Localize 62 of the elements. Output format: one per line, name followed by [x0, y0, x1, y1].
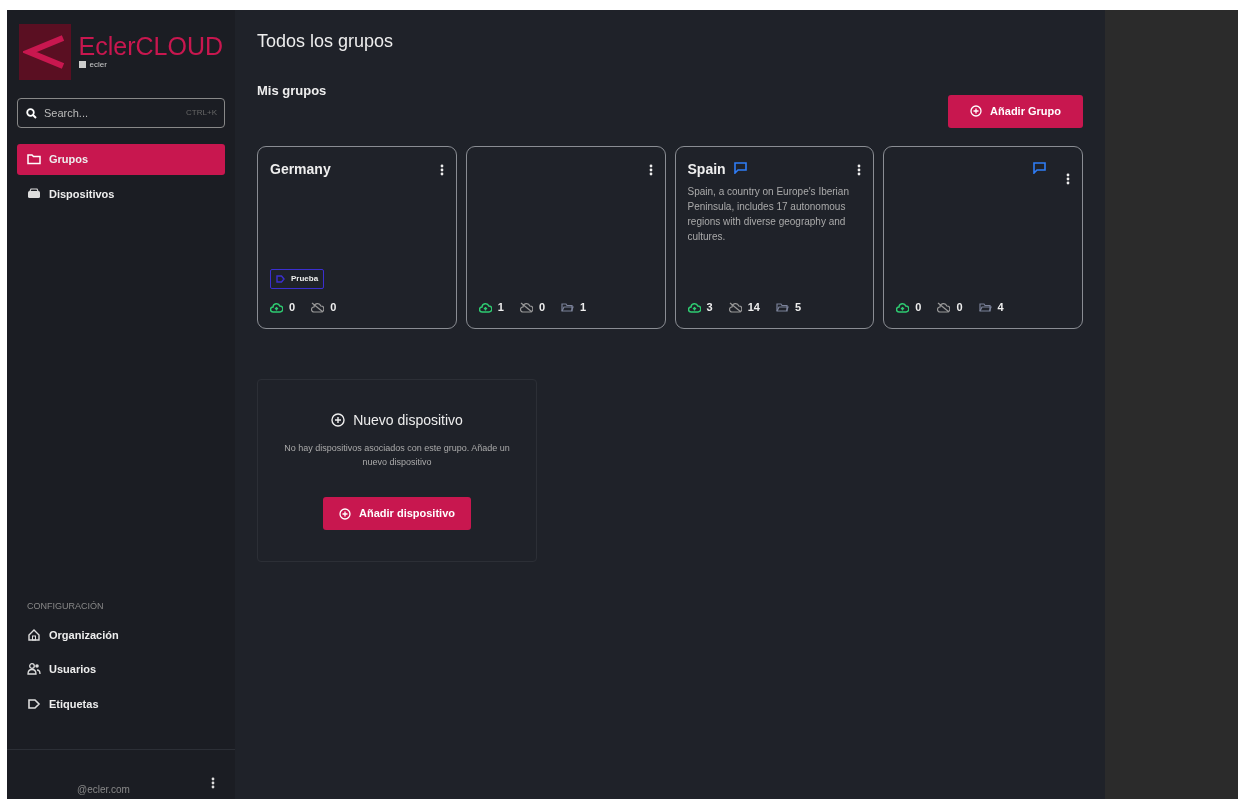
cloud-check-icon — [896, 301, 910, 313]
stat-online: 0 — [270, 299, 296, 316]
sidebar-item[interactable]: Grupos — [17, 144, 225, 175]
add-device-button[interactable]: Añadir dispositivo — [323, 497, 471, 530]
stat-offline: 0 — [311, 299, 337, 316]
plus-circle-icon — [970, 105, 983, 118]
stat-folders: 4 — [978, 299, 1004, 316]
users-icon — [27, 662, 41, 677]
brand-name: EclerCLOUD — [78, 33, 223, 59]
group-name: Spain — [687, 159, 726, 179]
tag-icon — [276, 275, 285, 283]
stat-folders: 5 — [775, 299, 801, 316]
folder-icon — [775, 301, 789, 313]
page-title: Todos los grupos — [257, 30, 395, 53]
more-menu-button[interactable] — [857, 163, 862, 176]
stat-online: 1 — [478, 299, 504, 316]
sidebar-item[interactable]: Dispositivos — [17, 178, 225, 209]
folder-icon — [27, 152, 41, 167]
sidebar-item[interactable]: Etiquetas — [17, 688, 225, 719]
group-card[interactable]: 1 0 1 — [465, 145, 666, 329]
keyboard-shortcut: CTRL+K — [186, 107, 217, 119]
group-card[interactable]: Spain Spain, a country on Europe's Iberian Peninsula, includes 17 autonomous regions with diverse geography and cultures. 3 14 5 — [674, 145, 875, 329]
folder-icon — [978, 301, 992, 313]
plus-circle-icon — [339, 507, 351, 520]
group-card[interactable]: 0 0 4 — [883, 145, 1083, 329]
cloud-check-icon — [687, 301, 701, 313]
add-group-button[interactable]: Añadir Grupo — [948, 95, 1083, 128]
empty-state-message: No hay dispositivos asociados con este grupo. Añade un nuevo dispositivo — [283, 441, 511, 469]
section-title: Mis grupos — [257, 82, 327, 100]
more-menu-button[interactable] — [439, 163, 444, 176]
home-icon — [27, 627, 41, 642]
sidebar-item[interactable]: Organización — [17, 619, 225, 650]
cloud-off-icon — [937, 301, 951, 313]
ecler-mark-icon — [78, 61, 86, 68]
folder-icon — [561, 301, 574, 313]
sidebar-item[interactable]: Usuarios — [17, 654, 225, 685]
group-name: Germany — [270, 159, 331, 179]
stat-offline: 0 — [519, 299, 545, 316]
stat-offline: 14 — [728, 299, 760, 316]
search-icon — [26, 108, 37, 119]
empty-state-title: Nuevo dispositivo — [331, 409, 463, 431]
cloud-off-icon — [311, 301, 325, 313]
logo-icon — [19, 24, 71, 80]
stat-online: 3 — [687, 299, 713, 316]
group-card[interactable]: Germany Prueba 0 0 — [257, 145, 457, 329]
cloud-check-icon — [270, 301, 283, 313]
cloud-off-icon — [728, 301, 742, 313]
tag-icon — [27, 696, 41, 711]
stat-online: 0 — [896, 299, 922, 316]
user-email: @ecler.com — [77, 783, 130, 797]
plus-circle-icon — [331, 413, 346, 427]
more-menu-button[interactable] — [648, 163, 653, 176]
device-icon — [27, 186, 41, 201]
tag-chip: Prueba — [270, 269, 325, 289]
stat-folders: 1 — [561, 299, 587, 316]
more-menu-button[interactable] — [1066, 172, 1070, 185]
brand-subtitle: ecler — [89, 58, 107, 71]
section-heading: CONFIGURACIÓN — [26, 600, 105, 613]
group-description: Spain, a country on Europe's Iberian Peninsula, includes 17 autonomous regions with diverse geography and cultures. — [687, 184, 850, 244]
stat-offline: 0 — [937, 299, 963, 316]
cloud-check-icon — [478, 301, 492, 313]
cloud-off-icon — [519, 301, 533, 313]
